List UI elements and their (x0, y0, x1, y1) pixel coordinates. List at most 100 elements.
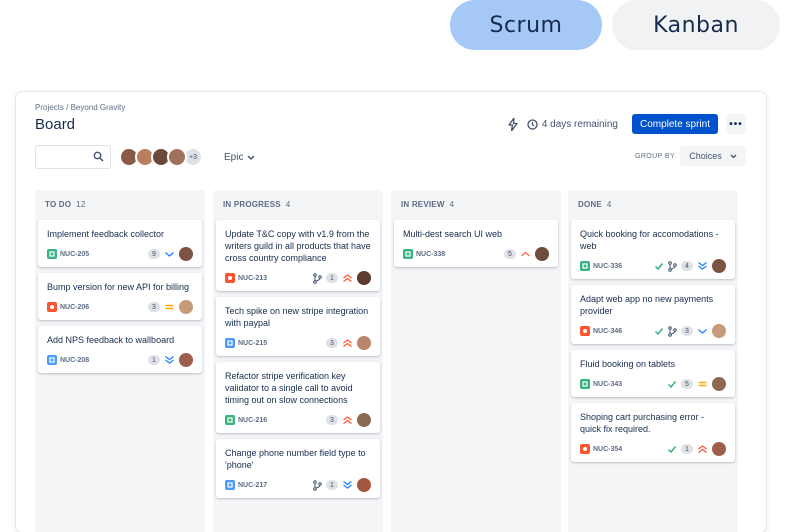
search-input[interactable] (35, 145, 111, 169)
issue-card[interactable]: Implement feedback collector NUC-205 9 (38, 220, 202, 267)
story-points-badge: 1 (681, 444, 693, 454)
group-by-select[interactable]: Choices (680, 146, 746, 166)
scrum-toggle-button[interactable]: Scrum (450, 0, 602, 50)
issue-key[interactable]: NUC-343 (593, 381, 622, 388)
story-points-badge: 1 (326, 273, 338, 283)
avatar[interactable] (167, 147, 187, 167)
assignee-avatar[interactable] (179, 247, 193, 261)
issue-title: Tech spike on new stripe integration wit… (225, 306, 369, 328)
issue-key[interactable]: NUC-338 (416, 251, 445, 258)
issue-card[interactable]: Refactor stripe verification key validat… (216, 362, 380, 433)
assignee-avatar[interactable] (712, 442, 726, 456)
issue-footer: NUC-208 1 (47, 353, 193, 367)
issue-key[interactable]: NUC-336 (593, 263, 622, 270)
issue-card[interactable]: Fluid booking on tablets NUC-343 5 (571, 350, 735, 397)
epic-filter-label: Epic (224, 152, 244, 163)
column-count: 12 (76, 200, 86, 209)
issue-card[interactable]: Tech spike on new stripe integration wit… (216, 297, 380, 356)
priority-low-icon (697, 326, 708, 336)
issue-title: Multi-dest search UI web (403, 229, 503, 239)
column-title: DONE (578, 200, 602, 209)
story-type-icon (47, 249, 57, 259)
story-type-icon (580, 379, 590, 389)
priority-highest-icon (342, 415, 353, 425)
check-icon (654, 326, 664, 336)
page-title: Board (35, 116, 76, 133)
story-points-badge: 1 (148, 355, 160, 365)
card-list: Implement feedback collector NUC-205 9 Bump… (38, 220, 202, 379)
issue-key[interactable]: NUC-206 (60, 304, 89, 311)
task-type-icon (225, 338, 235, 348)
issue-key[interactable]: NUC-205 (60, 251, 89, 258)
issue-key[interactable]: NUC-354 (593, 446, 622, 453)
assignee-filter: +3 (119, 147, 203, 167)
priority-high-icon (520, 249, 531, 259)
epic-filter[interactable]: Epic (224, 152, 255, 163)
kanban-toggle-button[interactable]: Kanban (612, 0, 780, 50)
issue-card[interactable]: Quick booking for accomodations - web NUC… (571, 220, 735, 279)
complete-sprint-button[interactable]: Complete sprint (631, 114, 718, 134)
pull-request-icon (668, 260, 677, 272)
search-icon (93, 151, 104, 162)
assignee-avatar[interactable] (712, 259, 726, 273)
column-header: DONE 4 (578, 200, 612, 209)
task-type-icon (47, 355, 57, 365)
issue-key[interactable]: NUC-346 (593, 328, 622, 335)
priority-medium-icon (164, 302, 175, 312)
issue-key[interactable]: NUC-216 (238, 417, 267, 424)
assignee-avatar[interactable] (535, 247, 549, 261)
issue-key[interactable]: NUC-213 (238, 275, 267, 282)
bug-type-icon (580, 444, 590, 454)
assignee-avatar[interactable] (357, 413, 371, 427)
story-type-icon (225, 415, 235, 425)
priority-lowest-icon (342, 480, 353, 490)
assignee-avatar[interactable] (357, 271, 371, 285)
issue-footer: NUC-205 9 (47, 247, 193, 261)
issue-title: Quick booking for accomodations - web (580, 229, 719, 251)
issue-key[interactable]: NUC-208 (60, 357, 89, 364)
board-frame: Projects / Beyond Gravity Board 4 days r… (16, 92, 766, 532)
issue-footer: NUC-343 5 (580, 377, 726, 391)
issue-card[interactable]: Add NPS feedback to wallboard NUC-208 1 (38, 326, 202, 373)
issue-key[interactable]: NUC-215 (238, 340, 267, 347)
days-remaining-text: 4 days remaining (541, 118, 618, 130)
story-points-badge: 3 (681, 326, 693, 336)
issue-card[interactable]: Update T&C copy with v1.9 from the write… (216, 220, 380, 291)
priority-highest-icon (697, 444, 708, 454)
bug-type-icon (225, 273, 235, 283)
issue-title: Fluid booking on tablets (580, 359, 676, 369)
more-options-button[interactable]: ••• (726, 114, 746, 134)
story-points-badge: 3 (148, 302, 160, 312)
issue-card[interactable]: Adapt web app no new payments provider NU… (571, 285, 735, 344)
priority-low-icon (164, 249, 175, 259)
chevron-down-icon (247, 155, 255, 160)
story-points-badge: 4 (681, 261, 693, 271)
assignee-avatar[interactable] (179, 353, 193, 367)
column-header: TO DO 12 (45, 200, 86, 209)
column-header: IN PROGRESS 4 (223, 200, 290, 209)
breadcrumb[interactable]: Projects / Beyond Gravity (35, 103, 125, 112)
issue-title: Update T&C copy with v1.9 from the write… (225, 229, 371, 263)
priority-highest-icon (342, 273, 353, 283)
column-count: 4 (449, 200, 455, 209)
sprint-time-remaining: 4 days remaining (527, 119, 618, 130)
story-type-icon (580, 261, 590, 271)
issue-card[interactable]: Change phone number field type to 'phone… (216, 439, 380, 498)
assignee-avatar[interactable] (357, 336, 371, 350)
issue-card[interactable]: Bump version for new API for billing NUC-… (38, 273, 202, 320)
issue-card[interactable]: Shoping cart purchasing error - quick fi… (571, 403, 735, 462)
issue-key[interactable]: NUC-217 (238, 482, 267, 489)
assignee-avatar[interactable] (712, 377, 726, 391)
assignee-avatar[interactable] (179, 300, 193, 314)
issue-title: Implement feedback collector (47, 229, 165, 239)
card-list: Update T&C copy with v1.9 from the write… (216, 220, 380, 504)
lightning-icon[interactable] (507, 117, 519, 131)
group-by-value: Choices (689, 151, 722, 161)
story-type-icon (403, 249, 413, 259)
story-points-badge: 3 (326, 415, 338, 425)
issue-footer: NUC-336 4 (580, 259, 726, 273)
issue-card[interactable]: Multi-dest search UI web NUC-338 5 (394, 220, 558, 267)
assignee-avatar[interactable] (712, 324, 726, 338)
assignee-avatar[interactable] (357, 478, 371, 492)
column-header: IN REVIEW 4 (401, 200, 454, 209)
